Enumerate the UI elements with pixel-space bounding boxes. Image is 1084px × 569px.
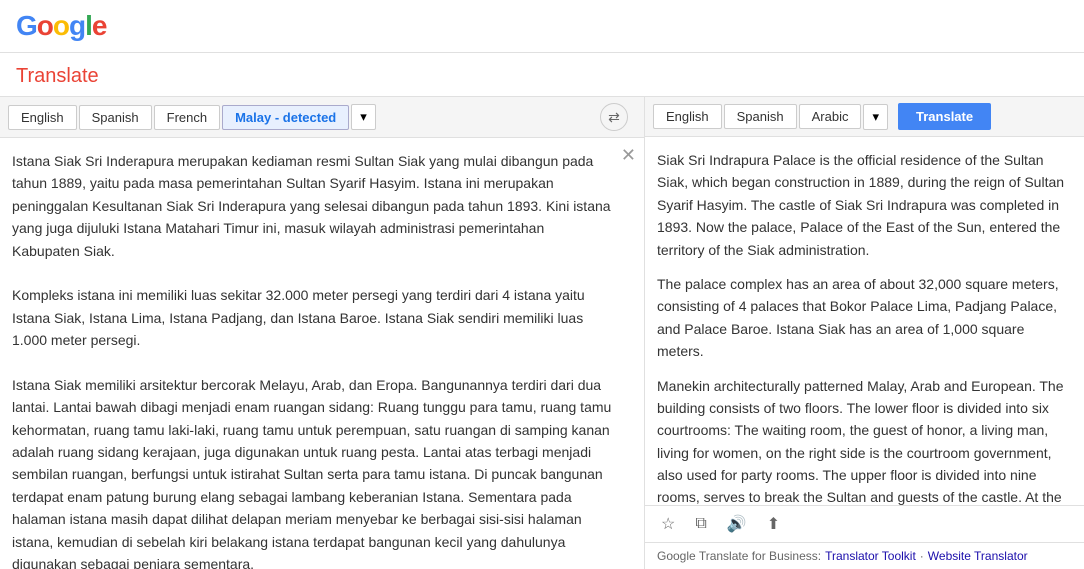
source-input-area: ✕ bbox=[0, 138, 644, 569]
tab-english-source[interactable]: English bbox=[8, 105, 77, 130]
source-text-input[interactable] bbox=[0, 138, 644, 569]
tab-french-source[interactable]: French bbox=[154, 105, 220, 130]
tab-spanish-target[interactable]: Spanish bbox=[724, 104, 797, 129]
website-translator-link[interactable]: Website Translator bbox=[928, 549, 1028, 563]
star-button[interactable]: ☆ bbox=[657, 512, 679, 536]
output-action-bar: ☆ ⧉ 🔊 ⬆ bbox=[645, 505, 1084, 542]
translator-toolkit-link[interactable]: Translator Toolkit bbox=[825, 549, 916, 563]
footer-label: Google Translate for Business: bbox=[657, 549, 821, 563]
swap-button[interactable]: ⇄ bbox=[600, 103, 628, 131]
footer-separator: · bbox=[920, 549, 924, 563]
output-para-2: The palace complex has an area of about … bbox=[657, 273, 1072, 363]
tab-english-target[interactable]: English bbox=[653, 104, 722, 129]
source-lang-tabs: English Spanish French Malay - detected … bbox=[0, 97, 644, 138]
google-logo: Google bbox=[16, 10, 106, 42]
output-para-1: Siak Sri Indrapura Palace is the officia… bbox=[657, 149, 1072, 261]
source-lang-dropdown[interactable]: ▾ bbox=[351, 104, 376, 130]
tab-malay-source[interactable]: Malay - detected bbox=[222, 105, 349, 130]
translation-output: Siak Sri Indrapura Palace is the officia… bbox=[645, 137, 1084, 505]
clear-input-button[interactable]: ✕ bbox=[621, 146, 636, 164]
output-para-3: Manekin architecturally patterned Malay,… bbox=[657, 375, 1072, 505]
target-lang-tabs: English Spanish Arabic ▾ Translate bbox=[645, 97, 1084, 137]
copy-button[interactable]: ⧉ bbox=[691, 513, 710, 535]
page-title: Translate bbox=[0, 53, 1084, 97]
tab-arabic-target[interactable]: Arabic bbox=[799, 104, 862, 129]
left-panel: English Spanish French Malay - detected … bbox=[0, 97, 645, 569]
audio-button[interactable]: 🔊 bbox=[723, 512, 751, 536]
tab-spanish-source[interactable]: Spanish bbox=[79, 105, 152, 130]
right-panel: English Spanish Arabic ▾ Translate Siak … bbox=[645, 97, 1084, 569]
footer: Google Translate for Business: Translato… bbox=[645, 542, 1084, 569]
header: Google bbox=[0, 0, 1084, 53]
target-lang-dropdown[interactable]: ▾ bbox=[863, 104, 888, 130]
share-button[interactable]: ⬆ bbox=[763, 512, 784, 536]
translate-button[interactable]: Translate bbox=[898, 103, 991, 130]
